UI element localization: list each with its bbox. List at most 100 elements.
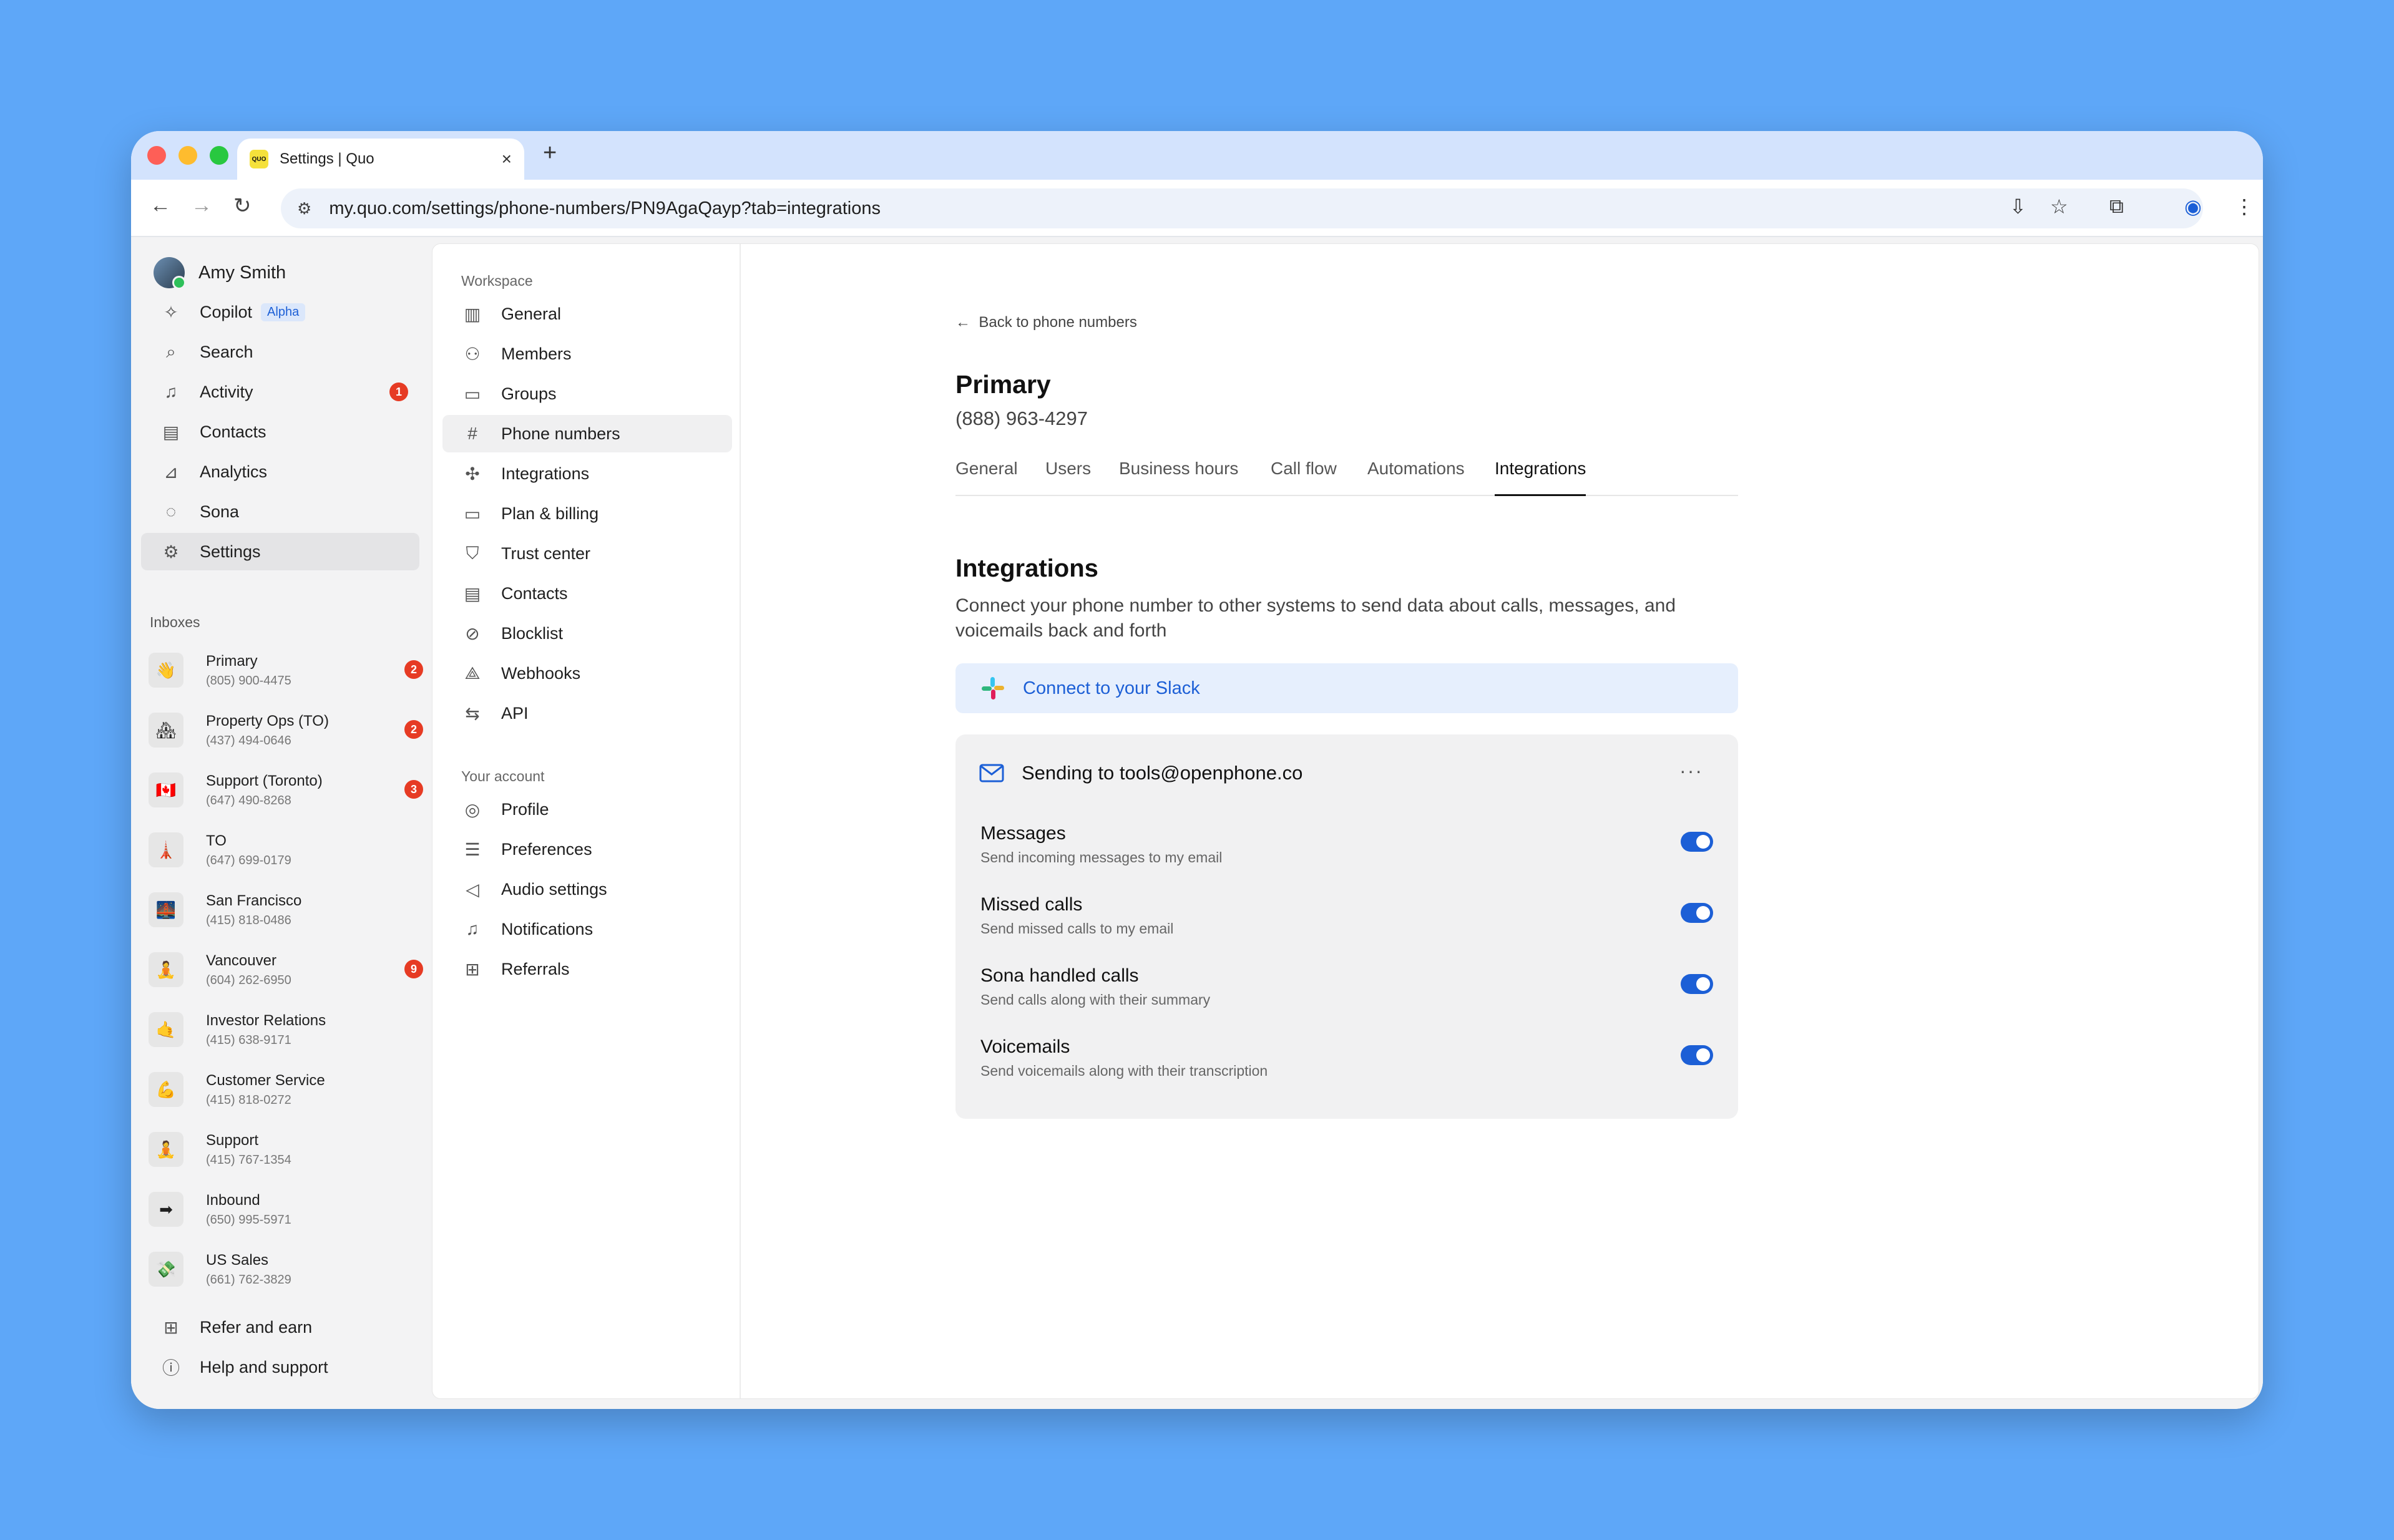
sona-handled-calls-toggle[interactable] [1681,974,1713,994]
tab-call-flow[interactable]: Call flow [1271,459,1337,496]
inbox-item[interactable]: 👋 Primary (805) 900-4475 2 [149,643,423,693]
back-to-phone-numbers-link[interactable]: ← Back to phone numbers [955,314,1137,331]
block-icon: ⊘ [465,623,480,643]
browser-tab[interactable]: QUO Settings | Quo × [237,139,524,180]
email-setting-row: Missed calls Send missed calls to my ema… [980,894,1713,950]
contacts-icon: ▤ [464,583,481,603]
close-window-button[interactable] [147,146,166,165]
profile-icon[interactable]: ◉ [2184,195,2202,218]
tab-business-hours[interactable]: Business hours [1119,459,1238,496]
inbox-phone: (647) 490-8268 [206,794,291,807]
sidebar-item-settings[interactable]: ⚙ Settings [141,533,419,570]
your-account-heading: Your account [461,768,545,784]
sidebar-item-search[interactable]: ⌕ Search [141,333,419,371]
inbox-name: TO [206,832,227,849]
sidebar-item-label: Copilot [200,302,253,321]
back-arrow-icon[interactable]: ← [150,193,171,218]
more-options-icon[interactable]: ··· [1679,759,1703,782]
tab-users[interactable]: Users [1045,459,1091,496]
tab-automations[interactable]: Automations [1367,459,1465,496]
inbox-emoji-icon: 🏘 [149,713,183,748]
sidebar-item-contacts[interactable]: ▤ Contacts [141,413,419,451]
connect-slack-button[interactable]: Connect to your Slack [955,663,1738,713]
hash-icon: # [467,424,477,443]
sidebar-item-label: Sona [200,502,240,521]
sidebar-item-analytics[interactable]: ⊿ Analytics [141,453,419,490]
app-sidebar: Amy Smith ✧ Copilot Alpha ⌕ Search ♫ Act… [131,237,431,1409]
settings-nav-profile[interactable]: ◎ Profile [442,791,732,828]
tab-close-icon[interactable]: × [502,149,512,169]
inbox-emoji-icon: ➡ [149,1192,183,1227]
new-tab-icon[interactable]: + [543,140,557,167]
app-content: Amy Smith ✧ Copilot Alpha ⌕ Search ♫ Act… [131,237,2263,1409]
setting-subtitle: Send calls along with their summary [980,992,1211,1008]
settings-nav-integrations[interactable]: ✣ Integrations [442,455,732,492]
inbox-name: Support [206,1132,259,1149]
sidebar-item-help-and-support[interactable]: ⓘ Help and support [141,1348,419,1386]
settings-nav-phone-numbers[interactable]: # Phone numbers [442,415,732,452]
sidebar-item-sona[interactable]: ◌ Sona [141,493,419,530]
settings-nav-referrals[interactable]: ⊞ Referrals [442,950,732,988]
settings-nav-general[interactable]: ▥ General [442,295,732,333]
settings-nav-plan-billing[interactable]: ▭ Plan & billing [442,495,732,532]
sidebar-item-refer-and-earn[interactable]: ⊞ Refer and earn [141,1309,419,1346]
settings-nav-members[interactable]: ⚇ Members [442,335,732,373]
gift-icon: ⊞ [164,1317,178,1337]
inbox-phone: (650) 995-5971 [206,1213,291,1227]
settings-nav-label: Profile [501,799,549,819]
inbox-item[interactable]: ➡ Inbound (650) 995-5971 [149,1182,423,1232]
inbox-name: Customer Service [206,1072,325,1089]
settings-nav-groups[interactable]: ▭ Groups [442,375,732,412]
tab-search-icon[interactable]: ⧉ [2109,195,2124,218]
settings-nav-api[interactable]: ⇆ API [442,694,732,732]
inbox-item[interactable]: 🤙 Investor Relations (415) 638-9171 [149,1002,423,1052]
back-link-label: Back to phone numbers [979,314,1137,331]
voicemails-toggle[interactable] [1681,1045,1713,1065]
messages-toggle[interactable] [1681,832,1713,852]
missed-calls-toggle[interactable] [1681,903,1713,923]
inbox-item[interactable]: 🏘 Property Ops (TO) (437) 494-0646 2 [149,703,423,753]
menu-kebab-icon[interactable]: ⋮ [2234,195,2254,218]
setting-title: Sona handled calls [980,965,1139,986]
settings-nav-contacts[interactable]: ▤ Contacts [442,575,732,612]
settings-nav-trust-center[interactable]: ⛉ Trust center [442,535,732,572]
setting-title: Messages [980,823,1066,844]
sidebar-item-label: Analytics [200,462,268,481]
inbox-item[interactable]: 🇨🇦 Support (Toronto) (647) 490-8268 3 [149,763,423,812]
inbox-item[interactable]: 💪 Customer Service (415) 818-0272 [149,1062,423,1112]
settings-nav-blocklist[interactable]: ⊘ Blocklist [442,615,732,652]
sidebar-item-copilot[interactable]: ✧ Copilot Alpha [141,293,419,331]
sparkle-icon: ✧ [164,302,178,322]
sidebar-item-activity[interactable]: ♫ Activity 1 [141,373,419,411]
setting-title: Voicemails [980,1036,1070,1057]
settings-nav-preferences[interactable]: ☰ Preferences [442,831,732,868]
settings-nav-audio-settings[interactable]: ◁ Audio settings [442,870,732,908]
install-app-icon[interactable]: ⇩ [2010,195,2026,218]
inbox-item[interactable]: 💸 US Sales (661) 762-3829 [149,1242,423,1292]
maximize-window-button[interactable] [210,146,228,165]
settings-nav-label: Contacts [501,583,568,603]
tab-general[interactable]: General [955,459,1018,496]
settings-nav-webhooks[interactable]: ⟁ Webhooks [442,655,732,692]
inbox-phone: (661) 762-3829 [206,1273,291,1287]
reload-icon[interactable]: ↻ [233,193,252,218]
tab-integrations[interactable]: Integrations [1495,459,1586,496]
avatar [154,257,186,290]
minimize-window-button[interactable] [178,146,197,165]
inbox-badge: 3 [404,780,423,799]
inbox-item[interactable]: 🧘 Support (415) 767-1354 [149,1122,423,1172]
settings-nav-notifications[interactable]: ♫ Notifications [442,910,732,948]
inbox-name: Investor Relations [206,1012,326,1029]
bookmark-star-icon[interactable]: ☆ [2050,195,2068,218]
inbox-item[interactable]: 🗼 TO (647) 699-0179 [149,822,423,872]
address-bar[interactable]: ⚙ my.quo.com/settings/phone-numbers/PN9A… [281,188,2203,228]
browser-window: QUO Settings | Quo × + ← → ↻ ⚙ my.quo.co… [131,131,2263,1409]
user-profile[interactable]: Amy Smith [154,257,286,290]
url-text[interactable]: my.quo.com/settings/phone-numbers/PN9Aga… [329,198,881,219]
inbox-phone: (604) 262-6950 [206,973,291,987]
forward-arrow-icon[interactable]: → [191,193,212,218]
site-settings-icon[interactable]: ⚙ [297,199,311,218]
inbox-item[interactable]: 🧘 Vancouver (604) 262-6950 9 [149,942,423,992]
inbox-item[interactable]: 🌉 San Francisco (415) 818-0486 [149,882,423,932]
settings-nav-label: General [501,304,562,323]
